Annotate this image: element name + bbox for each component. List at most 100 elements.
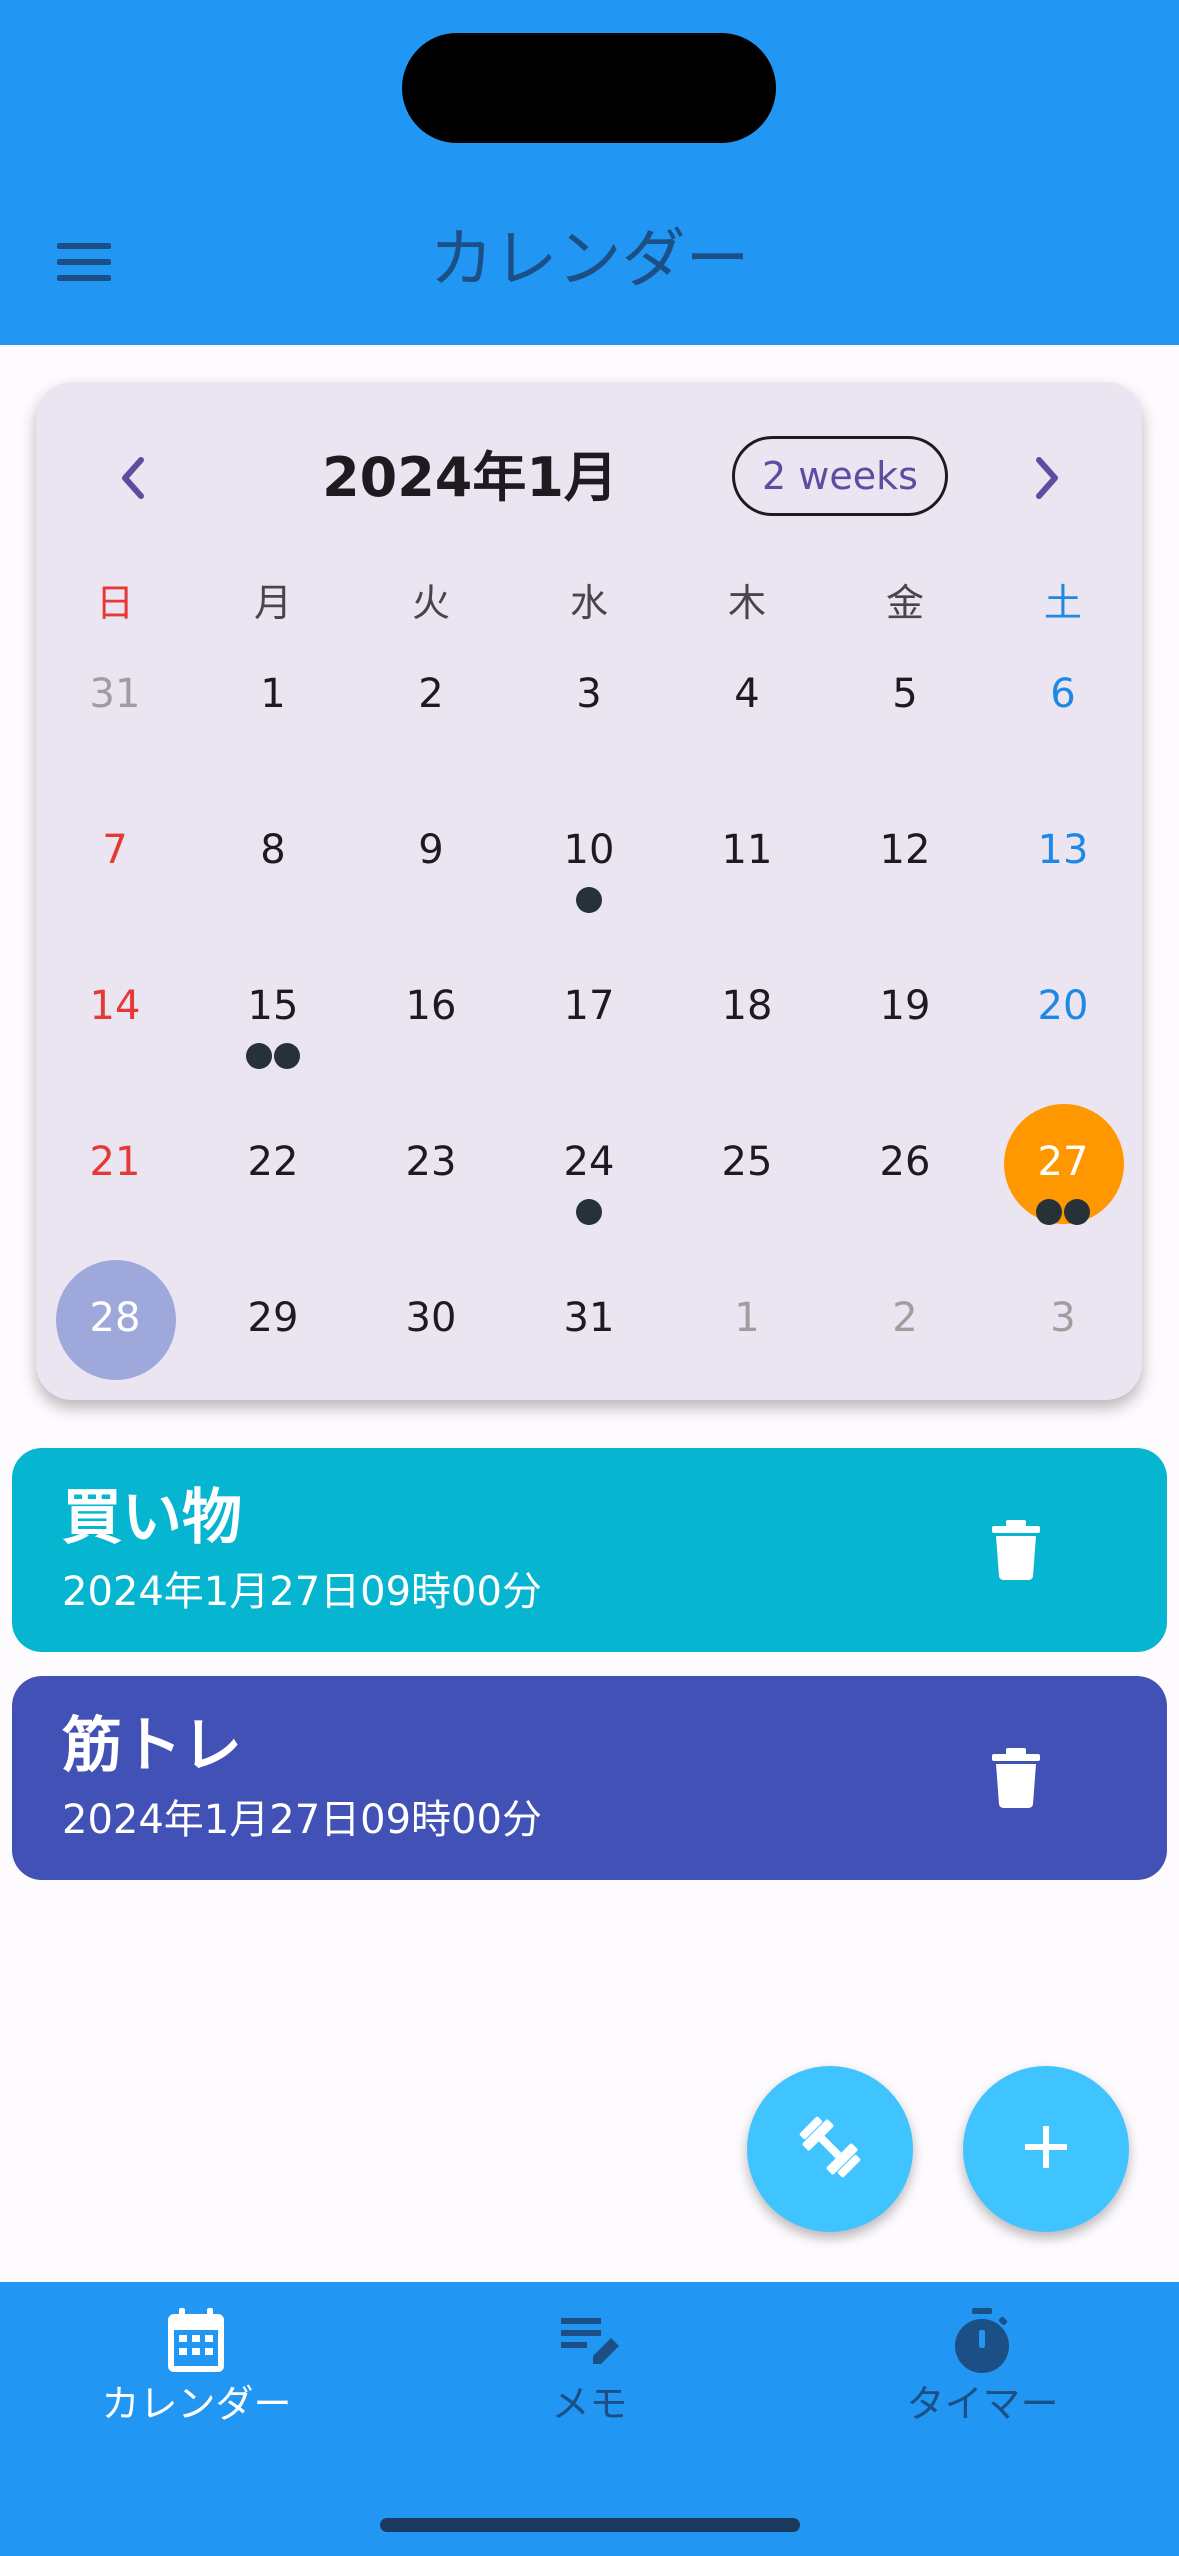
calendar-day[interactable]: 12 bbox=[826, 794, 984, 914]
day-number: 1 bbox=[734, 1295, 760, 1341]
timer-icon bbox=[952, 2308, 1012, 2374]
tab-label: タイマー bbox=[906, 2382, 1059, 2426]
calendar-day[interactable]: 19 bbox=[826, 950, 984, 1070]
calendar-day[interactable]: 20 bbox=[984, 950, 1142, 1070]
day-number: 7 bbox=[102, 827, 128, 873]
day-number: 12 bbox=[879, 827, 931, 873]
event-title: 買い物 bbox=[62, 1483, 242, 1553]
calendar-day[interactable]: 15 bbox=[194, 950, 352, 1070]
day-number: 30 bbox=[405, 1295, 457, 1341]
calendar-day[interactable]: 14 bbox=[36, 950, 194, 1070]
calendar-icon bbox=[166, 2308, 226, 2374]
calendar-day[interactable]: 30 bbox=[352, 1262, 510, 1382]
calendar-day[interactable]: 10 bbox=[510, 794, 668, 914]
weekday-label: 金 bbox=[885, 581, 924, 625]
month-title: 2024年1月 bbox=[322, 446, 618, 509]
day-number: 26 bbox=[879, 1139, 931, 1185]
day-number: 2 bbox=[418, 671, 444, 717]
calendar-day[interactable]: 25 bbox=[668, 1106, 826, 1226]
tab-calendar[interactable]: カレンダー bbox=[0, 2300, 393, 2440]
day-number: 15 bbox=[247, 983, 299, 1029]
calendar-day[interactable]: 18 bbox=[668, 950, 826, 1070]
plus-icon bbox=[1021, 2122, 1071, 2176]
day-number: 13 bbox=[1037, 827, 1089, 873]
tab-label: メモ bbox=[551, 2382, 628, 2426]
day-number: 3 bbox=[1050, 1295, 1076, 1341]
day-number: 1 bbox=[260, 671, 286, 717]
calendar-day[interactable]: 11 bbox=[668, 794, 826, 914]
event-marker-dot bbox=[1064, 1199, 1090, 1225]
calendar-day[interactable]: 26 bbox=[826, 1106, 984, 1226]
calendar-day[interactable]: 6 bbox=[984, 638, 1142, 758]
event-card[interactable]: 筋トレ 2024年1月27日09時00分 bbox=[12, 1676, 1167, 1880]
calendar-day[interactable]: 27 bbox=[984, 1104, 1142, 1226]
calendar-day[interactable]: 16 bbox=[352, 950, 510, 1070]
event-marker-dots bbox=[510, 1199, 668, 1225]
format-button[interactable]: 2 weeks bbox=[732, 436, 948, 516]
calendar-day[interactable]: 1 bbox=[194, 638, 352, 758]
day-number: 17 bbox=[563, 983, 615, 1029]
weekday-label: 土 bbox=[1043, 581, 1082, 625]
add-event-fab-button[interactable] bbox=[963, 2066, 1129, 2232]
calendar-day[interactable]: 4 bbox=[668, 638, 826, 758]
day-number: 18 bbox=[721, 983, 773, 1029]
calendar-day[interactable]: 29 bbox=[194, 1262, 352, 1382]
calendar-day[interactable]: 9 bbox=[352, 794, 510, 914]
day-number: 20 bbox=[1037, 983, 1089, 1029]
home-indicator bbox=[380, 2518, 800, 2532]
calendar-day[interactable]: 2 bbox=[352, 638, 510, 758]
calendar-day[interactable]: 2 bbox=[826, 1262, 984, 1382]
calendar-day[interactable]: 13 bbox=[984, 794, 1142, 914]
event-marker-dot bbox=[576, 887, 602, 913]
event-datetime: 2024年1月27日09時00分 bbox=[62, 1569, 542, 1615]
calendar-day[interactable]: 23 bbox=[352, 1106, 510, 1226]
calendar-day[interactable]: 21 bbox=[36, 1106, 194, 1226]
day-number: 28 bbox=[89, 1295, 141, 1341]
day-number: 3 bbox=[576, 671, 602, 717]
calendar-day[interactable]: 22 bbox=[194, 1106, 352, 1226]
day-number: 31 bbox=[563, 1295, 615, 1341]
trash-icon[interactable] bbox=[992, 1520, 1052, 1584]
calendar-day[interactable]: 1 bbox=[668, 1262, 826, 1382]
day-number: 14 bbox=[89, 983, 141, 1029]
day-number: 11 bbox=[721, 827, 773, 873]
day-number: 6 bbox=[1050, 671, 1076, 717]
day-number: 22 bbox=[247, 1139, 299, 1185]
calendar-day[interactable]: 31 bbox=[36, 638, 194, 758]
day-number: 31 bbox=[89, 671, 141, 717]
calendar-day[interactable]: 28 bbox=[36, 1260, 194, 1382]
event-marker-dot bbox=[576, 1199, 602, 1225]
calendar-day[interactable]: 3 bbox=[984, 1262, 1142, 1382]
day-number: 10 bbox=[563, 827, 615, 873]
weekday-label: 火 bbox=[411, 581, 450, 625]
calendar-day[interactable]: 7 bbox=[36, 794, 194, 914]
dumbbell-icon bbox=[795, 2112, 865, 2186]
page-title: カレンダー bbox=[429, 223, 750, 297]
calendar-day[interactable]: 8 bbox=[194, 794, 352, 914]
day-number: 23 bbox=[405, 1139, 457, 1185]
event-title: 筋トレ bbox=[62, 1711, 242, 1781]
weekday-label: 木 bbox=[727, 581, 766, 625]
day-number: 16 bbox=[405, 983, 457, 1029]
tab-timer[interactable]: タイマー bbox=[786, 2300, 1179, 2440]
calendar-day[interactable]: 31 bbox=[510, 1262, 668, 1382]
event-marker-dots bbox=[510, 887, 668, 913]
trash-icon[interactable] bbox=[992, 1748, 1052, 1812]
day-number: 2 bbox=[892, 1295, 918, 1341]
calendar-day[interactable]: 3 bbox=[510, 638, 668, 758]
day-number: 5 bbox=[892, 671, 918, 717]
weekday-label: 月 bbox=[253, 581, 292, 625]
calendar-day[interactable]: 17 bbox=[510, 950, 668, 1070]
event-card[interactable]: 買い物 2024年1月27日09時00分 bbox=[12, 1448, 1167, 1652]
event-marker-dots bbox=[194, 1043, 352, 1069]
tab-memo[interactable]: メモ bbox=[393, 2300, 786, 2440]
calendar-day[interactable]: 5 bbox=[826, 638, 984, 758]
day-number: 19 bbox=[879, 983, 931, 1029]
day-number: 21 bbox=[89, 1139, 141, 1185]
chevron-left-icon[interactable] bbox=[102, 438, 162, 518]
chevron-right-icon[interactable] bbox=[1018, 438, 1078, 518]
day-number: 29 bbox=[247, 1295, 299, 1341]
event-marker-dot bbox=[246, 1043, 272, 1069]
workout-fab-button[interactable] bbox=[747, 2066, 913, 2232]
calendar-day[interactable]: 24 bbox=[510, 1106, 668, 1226]
